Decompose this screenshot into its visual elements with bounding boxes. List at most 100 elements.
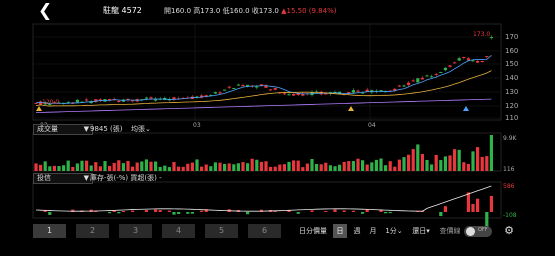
volume-bar xyxy=(218,162,222,171)
candle-body xyxy=(430,76,434,78)
volume-bar xyxy=(94,162,98,171)
volume-bar xyxy=(439,160,443,171)
volume-bar xyxy=(48,166,52,171)
volume-bar xyxy=(356,158,360,171)
candle-body xyxy=(471,60,475,62)
candle-body xyxy=(485,56,489,58)
volume-bar xyxy=(384,165,388,171)
volume-bar xyxy=(98,166,102,171)
institution-bar xyxy=(439,212,443,217)
candle-body xyxy=(480,61,484,63)
candle-body xyxy=(232,88,236,90)
volume-bar xyxy=(374,159,378,171)
volume-bar xyxy=(361,160,365,171)
candle-body xyxy=(462,56,466,58)
candle-body xyxy=(213,92,217,94)
volume-bar xyxy=(223,164,227,171)
volume-bar xyxy=(480,156,484,171)
volume-bar xyxy=(34,163,38,171)
volume-bar xyxy=(292,160,296,171)
y-tick: 170 xyxy=(505,33,518,41)
candle-body xyxy=(476,61,480,63)
page-tab-2[interactable]: 2 xyxy=(76,224,109,238)
volume-bar xyxy=(232,164,236,171)
volume-bar xyxy=(167,167,171,171)
volume-bar xyxy=(43,161,47,171)
institution-bar xyxy=(351,210,355,212)
volume-bar xyxy=(347,161,351,171)
institution-bar xyxy=(108,212,112,214)
volume-bar xyxy=(287,161,291,171)
volume-bar xyxy=(397,159,401,171)
page-tab-5[interactable]: 5 xyxy=(205,224,238,238)
page-tab-4[interactable]: 4 xyxy=(162,224,195,238)
gear-icon[interactable]: ⚙ xyxy=(502,224,516,238)
candle-body xyxy=(292,94,296,96)
page-tab-3[interactable]: 3 xyxy=(119,224,152,238)
volume-bar xyxy=(333,166,337,171)
institution-bar xyxy=(466,192,470,212)
institution-bar xyxy=(471,203,475,212)
moving-average-line xyxy=(35,54,492,104)
page-tab-1[interactable]: 1 xyxy=(33,224,66,238)
candle-body xyxy=(117,100,121,102)
volume-bar xyxy=(103,161,107,171)
candle-body xyxy=(287,94,291,96)
volume-bar xyxy=(489,135,493,171)
event-marker xyxy=(36,106,42,111)
candle-body xyxy=(149,97,153,99)
volume-bar xyxy=(172,162,176,171)
volume-bar xyxy=(443,156,447,171)
volume-bar xyxy=(301,167,305,171)
minute-dropdown[interactable]: 1分⌄ xyxy=(383,224,405,238)
volume-bar xyxy=(282,164,286,171)
week-button[interactable]: 週 xyxy=(351,224,363,238)
candle-body xyxy=(411,80,415,82)
candle-body xyxy=(425,75,429,77)
month-button[interactable]: 月 xyxy=(367,224,379,238)
institution-bar xyxy=(342,210,346,212)
volume-bar xyxy=(319,164,323,171)
institution-bar xyxy=(388,212,392,214)
volume-bar xyxy=(388,161,392,171)
volume-bar xyxy=(154,161,158,171)
volume-bar xyxy=(342,161,346,171)
volume-bar xyxy=(149,161,153,171)
institution-bar xyxy=(131,210,135,212)
institution-bar xyxy=(324,210,328,212)
candle-body xyxy=(453,62,457,64)
volume-bar xyxy=(425,159,429,171)
volume-bar xyxy=(370,162,374,171)
volume-bar xyxy=(296,160,300,171)
candle-body xyxy=(269,89,273,91)
volume-bar xyxy=(75,163,79,171)
page-tab-6[interactable]: 6 xyxy=(248,224,281,238)
volume-bar xyxy=(204,164,208,171)
query-line-label: 查價線 xyxy=(439,227,461,235)
candle-body xyxy=(356,90,360,92)
intraday-button[interactable]: 日分價量 xyxy=(296,224,330,238)
volume-bar xyxy=(209,166,213,171)
volume-bar xyxy=(177,166,181,171)
volume-bar xyxy=(328,165,332,171)
volume-bar xyxy=(324,162,328,171)
volume-bar xyxy=(379,158,383,171)
volume-bar xyxy=(448,155,452,171)
institution-bar xyxy=(177,212,181,214)
volume-bar xyxy=(393,166,397,171)
restore-dropdown[interactable]: 還日▾ xyxy=(409,224,433,238)
institution-bar xyxy=(476,198,480,212)
institution-bar xyxy=(489,196,493,212)
volume-bar xyxy=(411,149,415,171)
inst-min-label: -108 xyxy=(503,212,517,219)
day-button[interactable]: 日 xyxy=(333,224,347,238)
low-marker: 120.0 xyxy=(42,99,59,106)
institution-selector[interactable]: 投信 ▼ xyxy=(33,173,93,184)
volume-bar xyxy=(117,160,121,171)
institution-bar xyxy=(48,212,52,215)
volume-ma-selector[interactable]: 均張⌄ xyxy=(131,124,151,134)
volume-selector[interactable]: 成交量 ▼ xyxy=(33,124,93,135)
candle-body xyxy=(85,99,89,101)
volume-bar xyxy=(227,163,231,171)
volume-bar xyxy=(259,161,263,171)
